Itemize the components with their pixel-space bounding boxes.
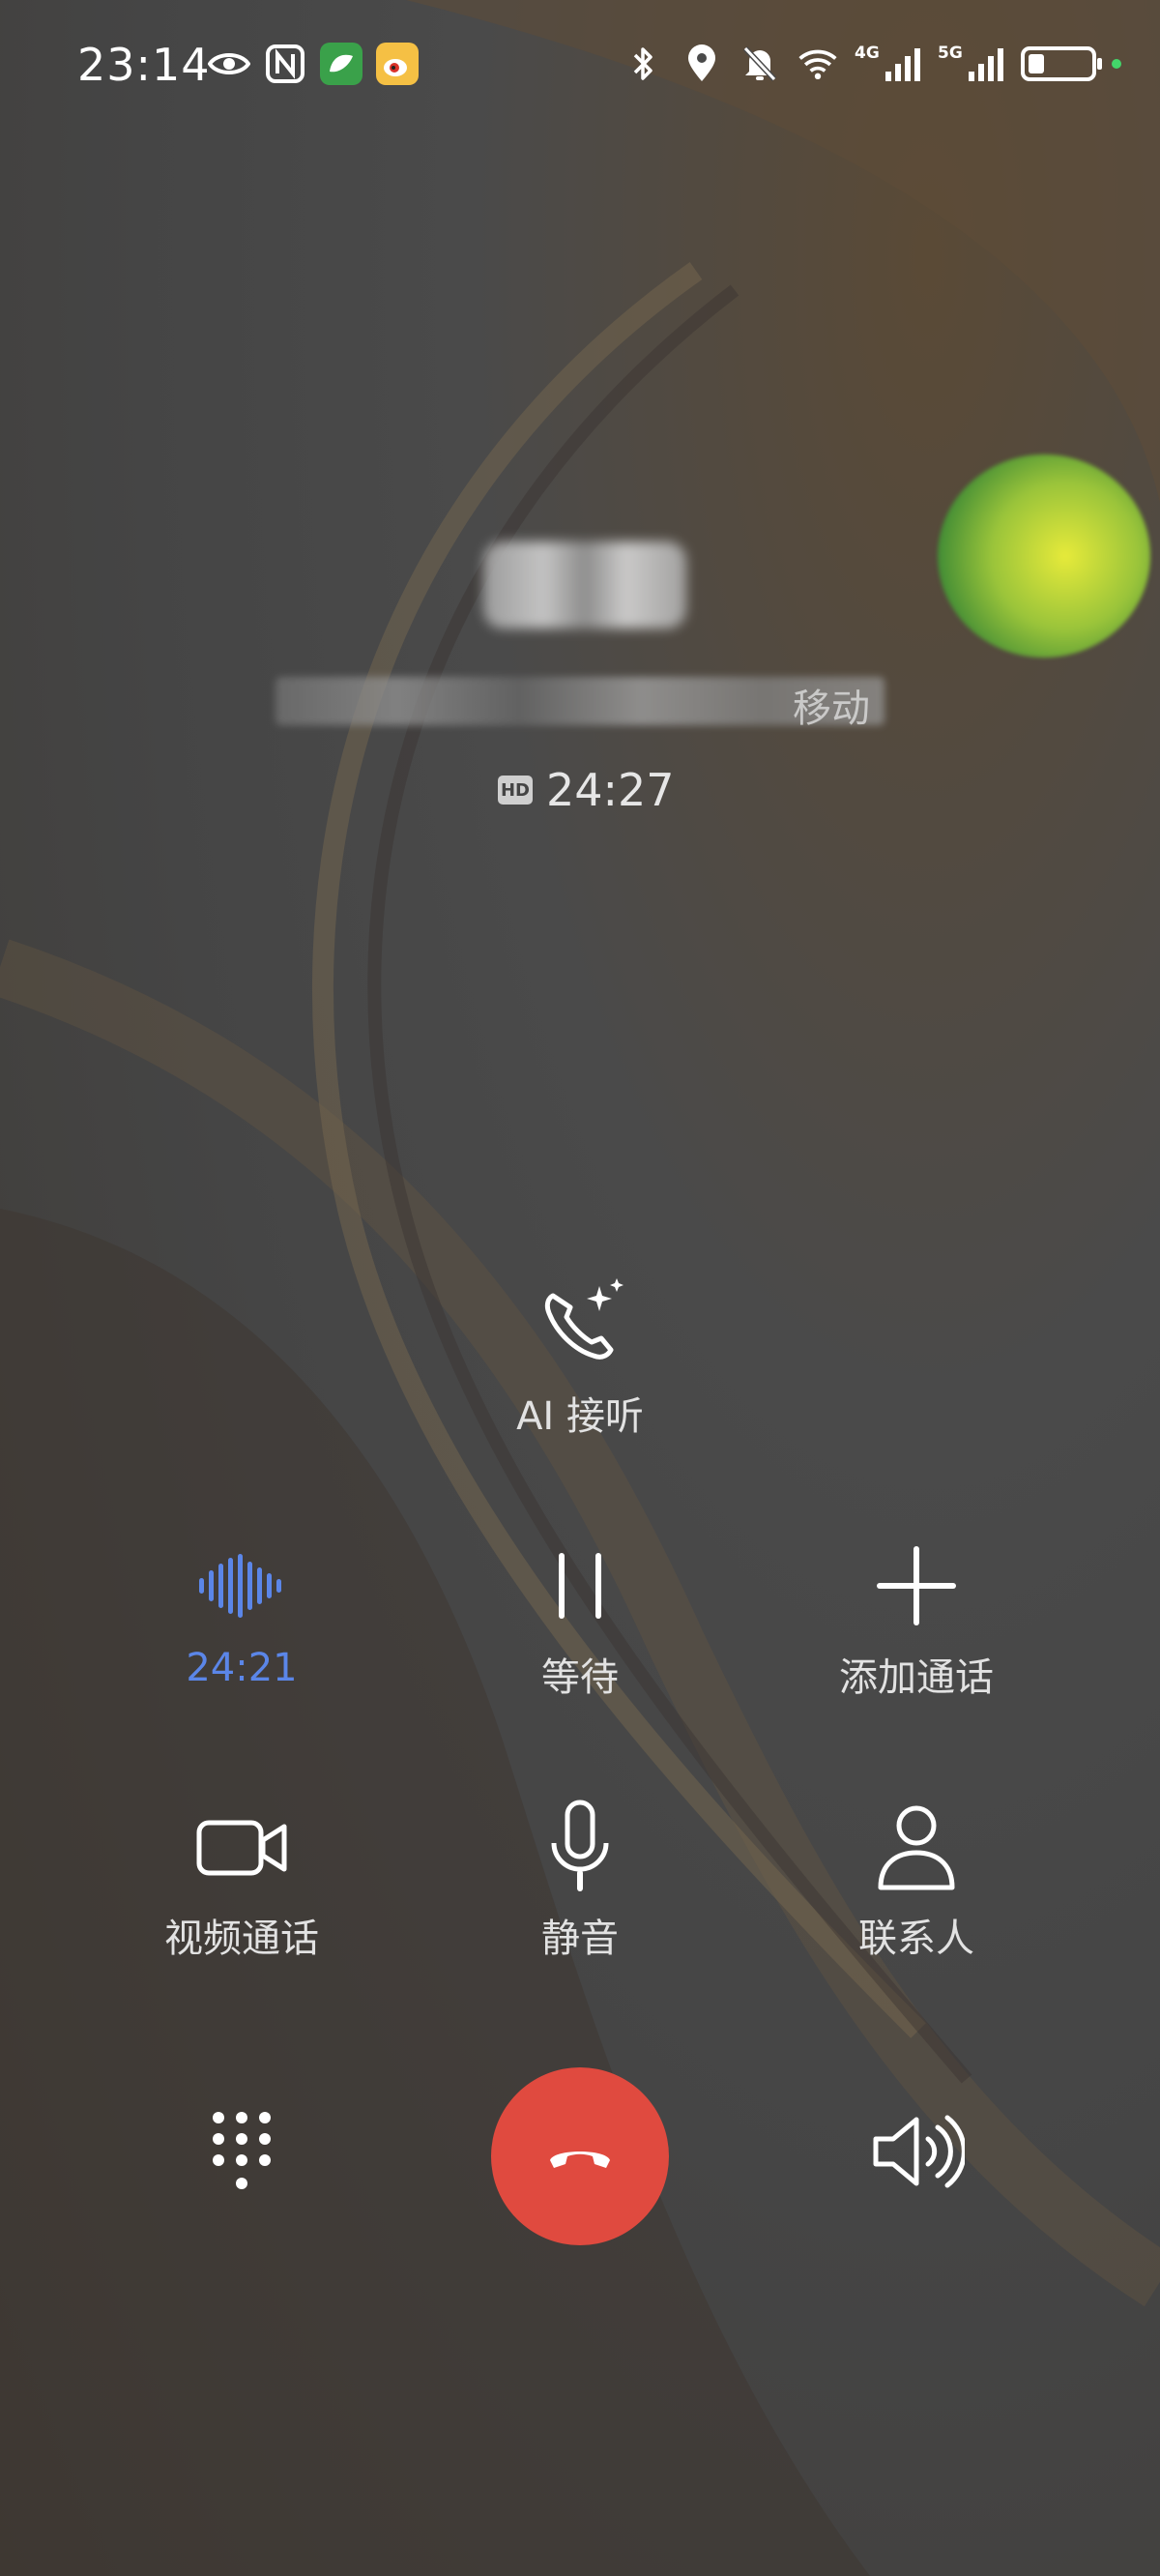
- svg-text:4G: 4G: [855, 44, 880, 63]
- status-dot: [1112, 59, 1121, 69]
- svg-text:5G: 5G: [938, 44, 963, 63]
- ai-answer-label: AI 接听: [516, 1394, 644, 1439]
- wifi-icon: [797, 43, 839, 85]
- person-icon: [863, 1799, 970, 1895]
- ai-answer-button[interactable]: AI 接听: [454, 1276, 706, 1441]
- video-icon: [188, 1799, 295, 1895]
- mute-label: 静音: [541, 1917, 619, 1961]
- microphone-icon: [527, 1799, 633, 1895]
- hang-up-icon: [550, 2152, 610, 2168]
- caller-avatar[interactable]: [938, 454, 1150, 658]
- weibo-icon: [376, 43, 419, 85]
- signal-4g-icon: 4G: [855, 43, 922, 85]
- status-bar: 23:14 4G 5G: [0, 0, 1160, 145]
- call-duration-text: 24:27: [546, 764, 675, 816]
- contacts-label: 联系人: [858, 1917, 974, 1961]
- hold-button[interactable]: 等待: [454, 1537, 706, 1702]
- recording-timer: 24:21: [186, 1646, 298, 1690]
- video-call-button[interactable]: 视频通话: [116, 1799, 367, 1963]
- video-call-label: 视频通话: [164, 1917, 319, 1961]
- add-call-button[interactable]: 添加通话: [791, 1537, 1042, 1702]
- mute-button[interactable]: 静音: [454, 1799, 706, 1963]
- signal-5g-icon: 5G: [938, 43, 1005, 85]
- eye-icon: [208, 43, 250, 85]
- app-green-icon: [320, 43, 362, 85]
- bluetooth-icon: [623, 43, 665, 85]
- pause-icon: [527, 1537, 633, 1634]
- status-time: 23:14: [77, 39, 211, 91]
- nfc-icon: [264, 43, 306, 85]
- battery-icon: [1021, 46, 1102, 81]
- voice-wave-icon: [188, 1537, 295, 1634]
- mute-bell-icon: [739, 43, 781, 85]
- notification-icons: [208, 43, 419, 85]
- recording-button[interactable]: 24:21: [116, 1537, 367, 1690]
- plus-icon: [863, 1537, 970, 1634]
- caller-carrier: 移动: [793, 687, 870, 731]
- contacts-button[interactable]: 联系人: [791, 1799, 1042, 1963]
- end-call-button[interactable]: [491, 2067, 669, 2245]
- speaker-icon: [863, 2103, 970, 2200]
- location-icon: [681, 43, 723, 85]
- call-duration: HD 24:27: [498, 764, 675, 816]
- dialpad-icon: [188, 2103, 295, 2200]
- add-call-label: 添加通话: [839, 1655, 994, 1700]
- caller-name-redacted: [483, 542, 686, 629]
- dialpad-button[interactable]: [116, 2103, 367, 2200]
- speaker-button[interactable]: [791, 2103, 1042, 2200]
- system-icons: 4G 5G: [623, 43, 1121, 85]
- ai-phone-icon: [527, 1276, 633, 1373]
- hold-label: 等待: [541, 1655, 619, 1700]
- hd-badge: HD: [498, 776, 533, 805]
